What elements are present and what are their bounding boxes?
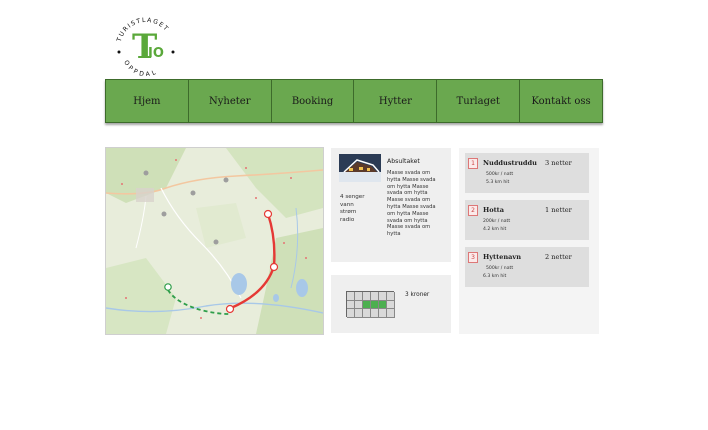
nav-hytter[interactable]: Hytter [353,79,437,123]
calendar-day[interactable] [355,309,363,318]
nav-booking[interactable]: Booking [270,79,354,123]
route-start-pin[interactable] [263,209,273,219]
route-end-pin[interactable] [225,304,235,314]
calendar-day[interactable] [355,292,363,301]
trail-start-pin[interactable] [164,283,172,291]
cabin-title: Absultaket [387,158,420,165]
calendar-day[interactable] [387,300,395,310]
list-item-distance: 5.3 km hit [486,180,510,185]
list-item-price: 500kr / natt [486,266,514,271]
nav-turlaget[interactable]: Turlaget [436,79,520,123]
amenity-power: strøm [340,209,357,215]
list-item-number: 3 [468,252,478,263]
calendar-day-selected[interactable] [363,300,371,310]
calendar-day[interactable] [371,292,379,301]
nav-kontakt-oss[interactable]: Kontakt oss [519,79,603,123]
list-item[interactable]: 1 Nuddustruddu 3 netter 500kr / natt 5.3… [465,153,589,193]
amenity-water: vann [340,201,354,208]
calendar-day[interactable] [347,309,355,318]
cabin-list-panel: 1 Nuddustruddu 3 netter 500kr / natt 5.3… [459,148,599,334]
calendar-day[interactable] [387,292,395,301]
list-item-distance: 6.3 km hit [483,274,507,279]
logo-emblem: TURISTLAGET OPPDAL T IO [116,17,175,78]
booking-calendar-card: 3 kroner [331,275,451,333]
list-item-nights: 2 netter [545,253,572,261]
calendar-day[interactable] [379,292,387,301]
list-item-price: 500kr / natt [486,172,514,177]
list-item-nights: 3 netter [545,159,572,167]
calendar-day[interactable] [387,309,395,318]
calendar-day[interactable] [379,309,387,318]
calendar-day[interactable] [363,292,371,301]
cabin-photo[interactable] [339,154,381,182]
calendar-day[interactable] [347,292,355,301]
calendar-day[interactable] [355,300,363,310]
main-nav: Hjem Nyheter Booking Hytter Turlaget Kon… [105,79,603,123]
list-item[interactable]: 2 Hotta 1 netter 200kr / natt 4.2 km hit [465,200,589,240]
booking-price: 3 kroner [405,292,430,298]
amenity-beds: 4 senger [340,194,365,200]
list-item-name[interactable]: Hyttenavn [483,253,521,261]
availability-calendar[interactable] [346,291,395,318]
calendar-day[interactable] [363,309,371,318]
amenity-radio: radio [340,216,355,223]
route-map[interactable] [105,147,324,335]
logo[interactable]: TURISTLAGET OPPDAL T IO [112,14,180,78]
map-canvas[interactable] [106,148,323,334]
list-item-name[interactable]: Hotta [483,206,504,214]
list-item-nights: 1 netter [545,206,572,214]
logo-sub: IO [148,46,164,61]
list-item-distance: 4.2 km hit [483,227,507,232]
cabin-card[interactable]: Absultaket Masse svada om hytta Masse sv… [331,148,451,262]
calendar-day-selected[interactable] [371,300,379,310]
list-item[interactable]: 3 Hyttenavn 2 netter 500kr / natt 6.3 km… [465,247,589,287]
nav-nyheter[interactable]: Nyheter [187,79,271,123]
list-item-number: 1 [468,158,478,169]
list-item-name[interactable]: Nuddustruddu [483,159,537,167]
route-mid-pin[interactable] [269,262,279,272]
list-item-price: 200kr / natt [483,219,511,224]
cabin-amenities: 4 senger vann strøm radio [340,194,365,224]
calendar-day[interactable] [371,309,379,318]
list-item-number: 2 [468,205,478,216]
calendar-day-selected[interactable] [379,300,387,310]
cabin-description: Masse svada om hytta Masse svada om hytt… [387,170,436,238]
nav-hjem[interactable]: Hjem [105,79,188,123]
calendar-day[interactable] [347,300,355,310]
